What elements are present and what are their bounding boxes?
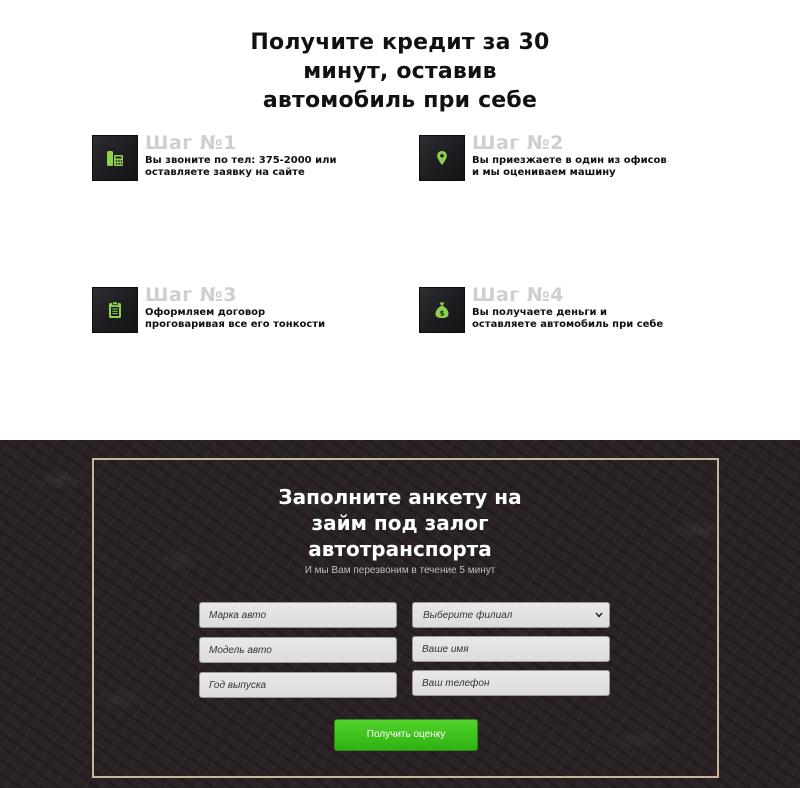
chevron-down-icon [595,612,603,618]
phone-input[interactable] [412,670,610,696]
step-number: Шаг №4 [472,284,564,306]
step-description-line: оставляете заявку на сайте [145,167,305,178]
svg-text:$: $ [440,310,445,318]
step-description-line: проговаривая все его тонкости [145,319,326,330]
year-input[interactable] [199,672,397,698]
step-description-line: и мы оцениваем машину [472,167,616,178]
form-title-line: займ под залог [311,511,489,535]
clipboard-icon [92,287,138,333]
step-description-line: Вы получаете деньги и [472,307,608,318]
page-title-line: автомобиль при себе [262,88,538,113]
step-3: Шаг №3 Оформляем договор проговаривая вс… [92,284,425,337]
step-description-line: Вы приезжаете в один из офисов [472,155,667,166]
form-title-line: автотранспорта [308,537,492,561]
form-subtitle: И мы Вам перезвоним в течение 5 минут [304,565,496,576]
step-description: Вы получаете деньги и оставляете автомоб… [472,307,752,331]
branch-select[interactable]: Выберите филиал [412,602,610,628]
page-title: Получите кредит за 30 минут, оставив авт… [0,28,800,115]
step-number: Шаг №1 [145,132,237,154]
phone-icon [92,135,138,181]
step-2: Шаг №2 Вы приезжаете в один из офисов и … [419,132,752,185]
step-number: Шаг №2 [472,132,564,154]
step-description-line: оставляете автомобиль при себе [472,319,664,330]
money-bag-icon: $ [419,287,465,333]
step-description: Вы приезжаете в один из офисов и мы оцен… [472,155,752,179]
location-pin-icon [419,135,465,181]
page-title-line: Получите кредит за 30 [250,30,550,55]
step-description: Вы звоните по тел: 375-2000 или оставляе… [145,155,425,179]
step-description: Оформляем договор проговаривая все его т… [145,307,425,331]
step-description-line: Вы звоните по тел: 375-2000 или [145,155,337,166]
step-1: Шаг №1 Вы звоните по тел: 375-2000 или о… [92,132,425,185]
step-4: $ Шаг №4 Вы получаете деньги и оставляет… [419,284,752,337]
page-title-line: минут, оставив [303,59,497,84]
form-title-line: Заполните анкету на [278,485,522,509]
branch-select-value: Выберите филиал [423,610,513,621]
form-title: Заполните анкету на займ под залог автот… [0,484,800,562]
application-form-section: Заполните анкету на займ под залог автот… [0,440,800,788]
step-number: Шаг №3 [145,284,237,306]
get-estimate-button[interactable]: Получить оценку [334,719,478,751]
step-description-line: Оформляем договор [145,307,266,318]
name-input[interactable] [412,636,610,662]
car-model-input[interactable] [199,637,397,663]
car-brand-input[interactable] [199,602,397,628]
